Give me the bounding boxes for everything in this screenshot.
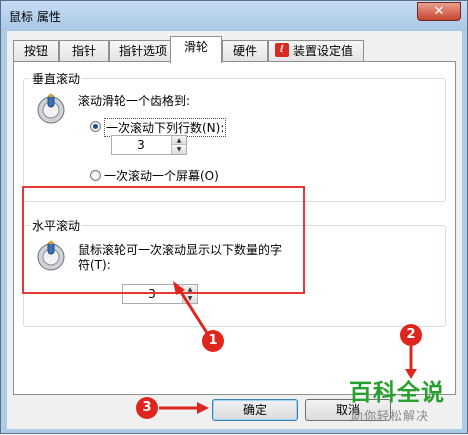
tab-device-settings[interactable]: ℓ 装置设定值 <box>268 40 364 61</box>
annotation-badge-2: 2 <box>400 324 422 346</box>
synaptics-icon: ℓ <box>275 43 289 57</box>
watermark-main: 百科全说 <box>349 380 445 406</box>
ok-button[interactable]: 确定 <box>212 399 298 421</box>
lines-value[interactable]: 3 <box>112 138 170 152</box>
vertical-scroll-title: 垂直滚动 <box>30 70 83 87</box>
close-button[interactable]: ✕ <box>417 2 461 21</box>
tab-pointer-options[interactable]: 指针选项 <box>109 40 177 61</box>
window-title: 鼠标 属性 <box>9 10 61 24</box>
radio-scroll-screen[interactable] <box>90 170 101 181</box>
tab-buttons[interactable]: 按钮 <box>13 40 59 61</box>
watermark: 百科全说 助你轻松解决 <box>335 367 468 435</box>
annotation-badge-3: 3 <box>136 397 158 419</box>
tab-hardware[interactable]: 硬件 <box>222 40 268 61</box>
lines-spinner[interactable]: 3 ▲ ▼ <box>111 135 187 155</box>
tab-device-settings-label: 装置设定值 <box>293 44 354 58</box>
tab-wheel[interactable]: 滑轮 <box>170 36 222 63</box>
lines-down-button[interactable]: ▼ <box>171 145 186 154</box>
lines-up-button[interactable]: ▲ <box>171 136 186 145</box>
lines-spin-buttons: ▲ ▼ <box>171 136 186 154</box>
watermark-sub: 助你轻松解决 <box>351 409 430 423</box>
mouse-properties-window: 鼠标 属性 ✕ 按钮 指针 指针选项 滑轮 硬件 ℓ 装置设定值 垂直滚动 滚动… <box>0 0 468 434</box>
annotation-badge-1: 1 <box>202 330 224 352</box>
chars-down-button[interactable]: ▼ <box>182 294 197 303</box>
radio-scroll-lines[interactable] <box>90 121 101 132</box>
scroll-wheel-icon <box>37 93 65 124</box>
title-bar[interactable]: 鼠标 属性 ✕ <box>1 1 467 31</box>
tab-pointers[interactable]: 指针 <box>59 40 109 61</box>
highlight-box <box>22 186 305 294</box>
radio-scroll-screen-label[interactable]: 一次滚动一个屏幕(O) <box>104 167 219 184</box>
vertical-scroll-description: 滚动滑轮一个齿格到: <box>78 94 191 108</box>
